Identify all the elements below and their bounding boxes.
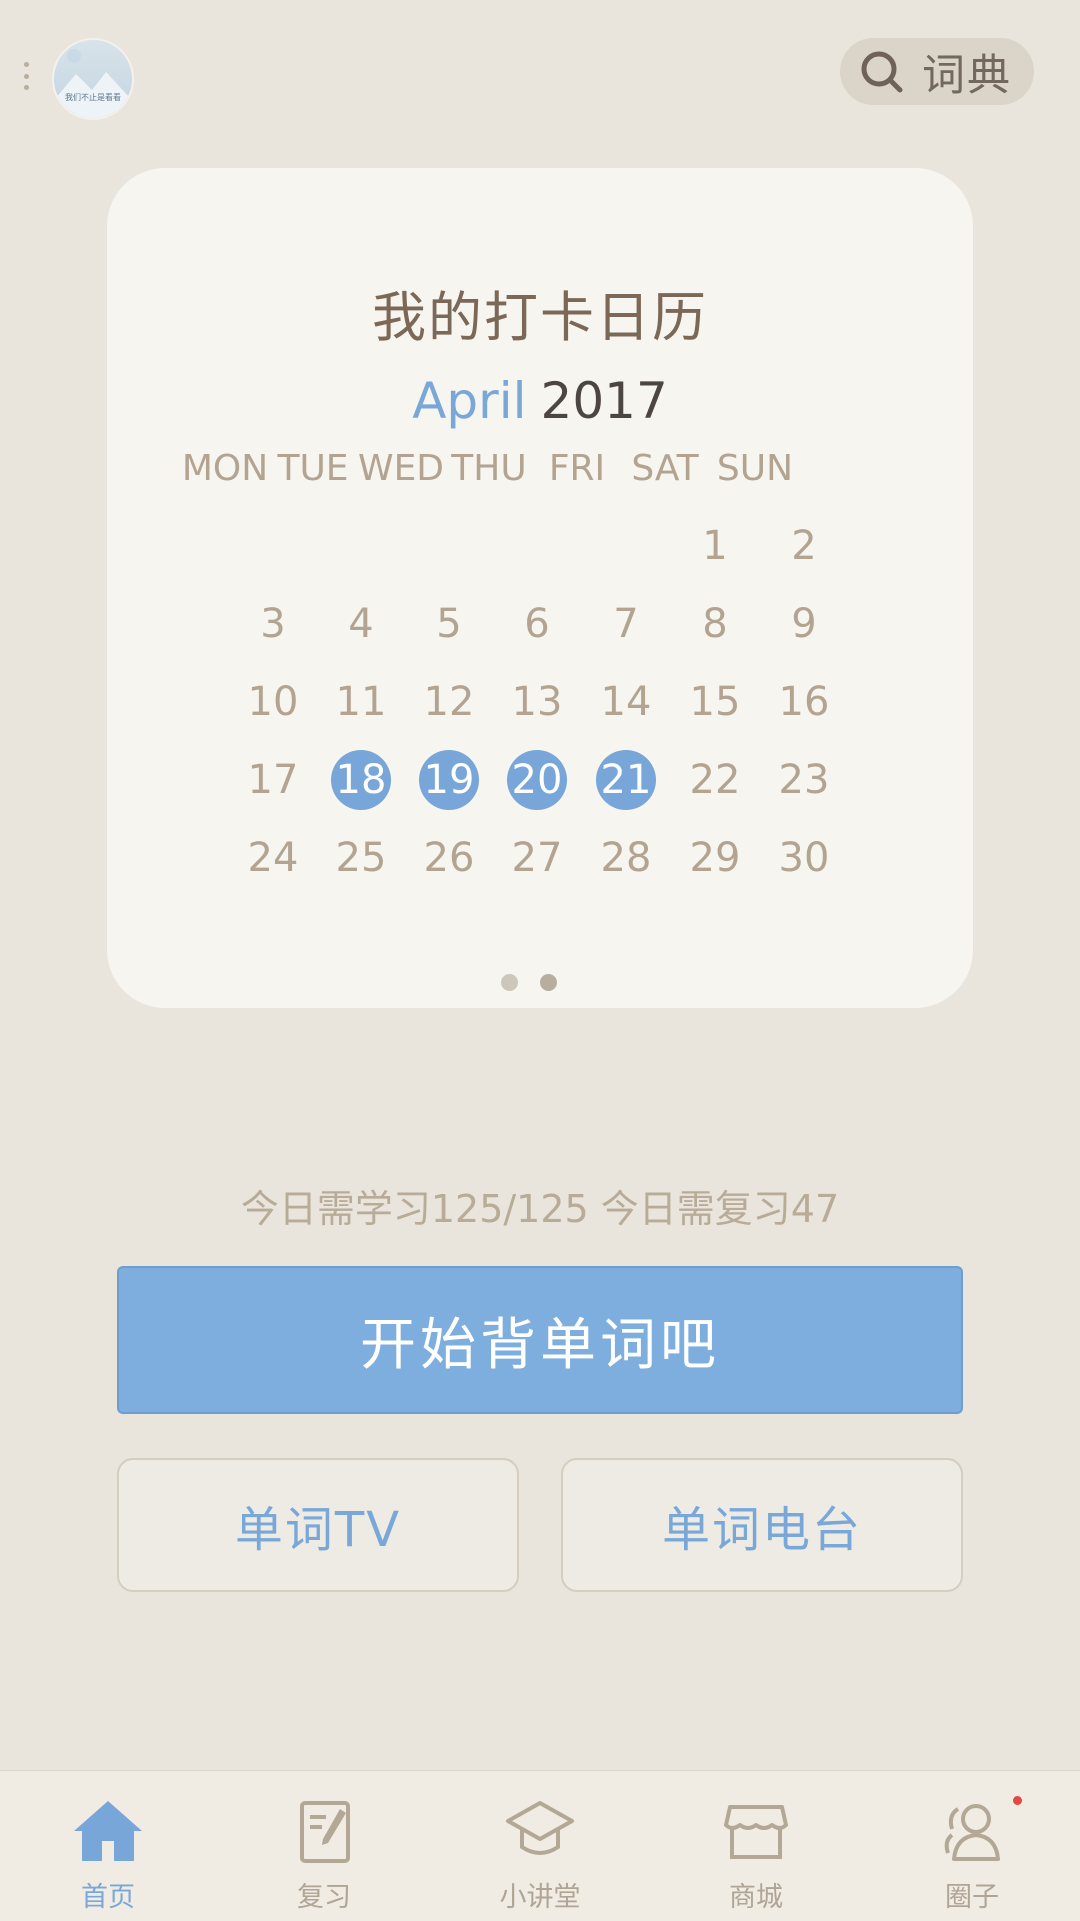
page-indicator [107, 974, 973, 992]
weekday-header: MON TUE WED THU FRI SAT SUN [182, 448, 843, 498]
calendar-day[interactable]: 3 [243, 594, 303, 654]
calendar-day[interactable]: 6 [507, 594, 567, 654]
nav-label: 复习 [297, 1882, 351, 1913]
review-notebook-icon [300, 1801, 350, 1863]
calendar-day-checked[interactable]: 18 [331, 750, 391, 810]
page-dot[interactable] [501, 974, 518, 991]
calendar-day[interactable]: 25 [331, 828, 391, 888]
store-icon [724, 1805, 788, 1859]
nav-item-review[interactable]: 复习 [216, 1771, 432, 1921]
calendar-day[interactable]: 23 [774, 750, 834, 810]
calendar-day-checked[interactable]: 21 [596, 750, 656, 810]
calendar-day[interactable]: 22 [685, 750, 745, 810]
checkin-calendar-card[interactable]: 我的打卡日历 April 2017 MON TUE WED THU FRI SAT… [107, 168, 973, 1008]
nav-item-store[interactable]: 商城 [648, 1771, 864, 1921]
calendar-day[interactable]: 1 [685, 516, 745, 576]
calendar-day-checked[interactable]: 19 [419, 750, 479, 810]
calendar-day[interactable]: 5 [419, 594, 479, 654]
weekday-label: MON [181, 448, 269, 489]
calendar-day[interactable]: 2 [774, 516, 834, 576]
calendar-day[interactable]: 24 [243, 828, 303, 888]
nav-label: 圈子 [945, 1882, 999, 1913]
nav-label: 小讲堂 [499, 1882, 581, 1913]
notification-badge [1013, 1796, 1022, 1805]
weekday-label: SAT [631, 448, 699, 489]
calendar-month-year: April 2017 [107, 372, 973, 430]
nav-item-community[interactable]: 圈子 [864, 1771, 1080, 1921]
calendar-day[interactable]: 7 [596, 594, 656, 654]
start-memorizing-button[interactable]: 开始背单词吧 [117, 1266, 963, 1414]
calendar-day[interactable]: 28 [596, 828, 656, 888]
community-users-icon [944, 1804, 1000, 1861]
calendar-day[interactable]: 29 [685, 828, 745, 888]
weekday-label: SUN [716, 448, 794, 489]
word-tv-button[interactable]: 单词TV [117, 1458, 519, 1592]
calendar-day[interactable]: 12 [419, 672, 479, 732]
calendar-day[interactable]: 16 [774, 672, 834, 732]
daily-study-summary: 今日需学习125/125 今日需复习47 [240, 1187, 840, 1231]
calendar-month: April [412, 372, 527, 430]
nav-label: 商城 [729, 1882, 783, 1913]
dictionary-search-button[interactable]: 词典 [840, 38, 1034, 105]
calendar-day[interactable]: 8 [685, 594, 745, 654]
calendar-day[interactable]: 4 [331, 594, 391, 654]
calendar-day[interactable]: 15 [685, 672, 745, 732]
calendar-day-checked[interactable]: 20 [507, 750, 567, 810]
weekday-label: FRI [548, 448, 606, 489]
page-dot-active[interactable] [540, 974, 557, 991]
calendar-day[interactable]: 11 [331, 672, 391, 732]
weekday-label: TUE [277, 448, 349, 489]
weekday-label: WED [357, 448, 445, 489]
word-radio-button[interactable]: 单词电台 [561, 1458, 963, 1592]
calendar-day[interactable]: 9 [774, 594, 834, 654]
bottom-navigation: 首页 复习 小讲堂 商城 圈子 [0, 1770, 1080, 1921]
calendar-day[interactable]: 26 [419, 828, 479, 888]
search-icon [861, 51, 903, 92]
calendar-day[interactable]: 13 [507, 672, 567, 732]
calendar-day[interactable]: 17 [243, 750, 303, 810]
more-vert-icon[interactable] [22, 62, 30, 90]
avatar-caption: 我们不止是看看 [65, 93, 121, 102]
landscape-image [54, 49, 132, 118]
calendar-day[interactable]: 30 [774, 828, 834, 888]
calendar-year: 2017 [540, 372, 668, 430]
weekday-label: THU [451, 448, 527, 489]
nav-label: 首页 [81, 1882, 135, 1913]
calendar-title: 我的打卡日历 [372, 286, 708, 349]
calendar-day[interactable]: 10 [243, 672, 303, 732]
calendar-day[interactable]: 14 [596, 672, 656, 732]
calendar-day[interactable]: 27 [507, 828, 567, 888]
graduation-cap-icon [506, 1801, 574, 1855]
avatar[interactable]: 我们不止是看看 [52, 38, 134, 120]
home-icon [74, 1801, 142, 1861]
nav-item-home[interactable]: 首页 [0, 1771, 216, 1921]
nav-item-classroom[interactable]: 小讲堂 [432, 1771, 648, 1921]
dictionary-label: 词典 [922, 50, 1012, 101]
